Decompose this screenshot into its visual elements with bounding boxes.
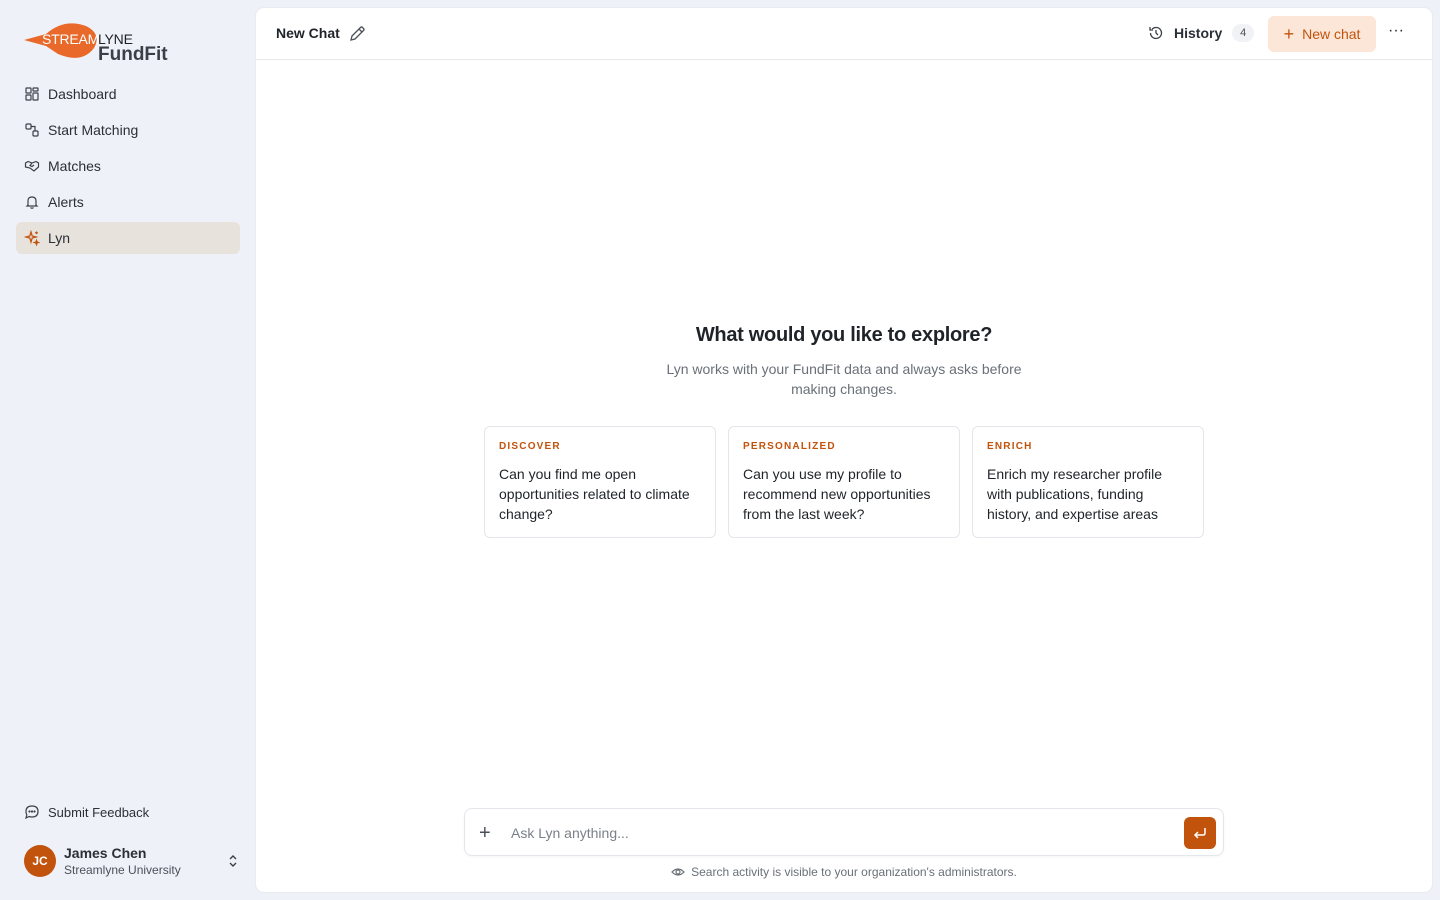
grid-icon [24,86,40,102]
pencil-icon[interactable] [348,25,366,43]
sidebar-item-label: Alerts [48,194,84,210]
chat-bubble-icon [25,805,39,820]
history-count-badge: 4 [1232,24,1255,42]
chat-header: New Chat History 4 + New chat ··· [256,8,1432,60]
privacy-notice: Search activity is visible to your organ… [256,865,1432,879]
suggestion-card-discover[interactable]: DISCOVER Can you find me open opportunit… [484,426,716,538]
card-text: Enrich my researcher profile with public… [987,466,1163,522]
sidebar-item-label: Matches [48,158,101,174]
sparkle-icon [24,230,40,246]
chat-composer: + [464,808,1224,856]
sidebar-item-label: Start Matching [48,122,139,138]
feedback-label: Submit Feedback [48,804,150,820]
user-org: Streamlyne University [64,863,181,877]
chat-input[interactable] [511,822,1171,844]
sidebar-item-alerts[interactable]: Alerts [16,186,240,218]
history-icon [1149,26,1163,40]
ellipsis-icon: ··· [1388,22,1404,39]
user-menu[interactable]: JC James Chen Streamlyne University [24,843,240,879]
card-tag: PERSONALIZED [743,441,836,452]
eye-icon [671,868,685,876]
logo-word-fundfit: FundFit [98,44,168,65]
sidebar-nav: Dashboard Start Matching Matches Alerts … [16,78,240,258]
sidebar: STREAM LYNE FundFit Dashboard Start Matc… [0,0,256,900]
attach-plus-icon[interactable]: + [479,821,495,845]
handshake-icon [24,158,40,174]
suggestion-card-enrich[interactable]: ENRICH Enrich my researcher profile with… [972,426,1204,538]
enter-icon [1193,828,1206,839]
card-tag: ENRICH [987,441,1033,452]
sidebar-item-label: Dashboard [48,86,117,102]
hero-title: What would you like to explore? [695,324,993,346]
avatar: JC [24,845,56,877]
logo-word-stream: STREAM [42,31,100,47]
sidebar-item-start-matching[interactable]: Start Matching [16,114,240,146]
matching-icon [24,122,40,138]
suggestion-cards: DISCOVER Can you find me open opportunit… [484,426,1204,538]
plus-icon: + [1283,24,1295,44]
bell-icon [24,194,40,210]
sidebar-item-lyn[interactable]: Lyn [16,222,240,254]
card-text: Can you use my profile to recommend new … [743,466,931,522]
history-label: History [1174,25,1223,41]
suggestion-card-personalized[interactable]: PERSONALIZED Can you use my profile to r… [728,426,960,538]
sidebar-item-matches[interactable]: Matches [16,150,240,182]
sidebar-item-dashboard[interactable]: Dashboard [16,78,240,110]
history-button[interactable]: History 4 [1148,24,1255,42]
sidebar-item-label: Lyn [48,230,71,246]
new-chat-button[interactable]: + New chat [1268,16,1376,52]
main-panel: New Chat History 4 + New chat ··· What w… [256,8,1432,892]
more-options-button[interactable]: ··· [1386,22,1406,46]
card-text: Can you find me open opportunities relat… [499,466,690,522]
chevron-up-down-icon [229,855,237,867]
send-button[interactable] [1184,817,1216,849]
streamlyne-fundfit-logo[interactable]: STREAM LYNE FundFit [24,18,174,65]
card-tag: DISCOVER [499,441,561,452]
new-chat-label: New chat [1302,26,1361,42]
page-title: New Chat [276,25,340,41]
user-name: James Chen [64,845,147,861]
notice-text: Search activity is visible to your organ… [691,865,1017,879]
hero-subtitle: Lyn works with your FundFit data and alw… [666,361,1022,397]
submit-feedback-button[interactable]: Submit Feedback [24,804,149,820]
